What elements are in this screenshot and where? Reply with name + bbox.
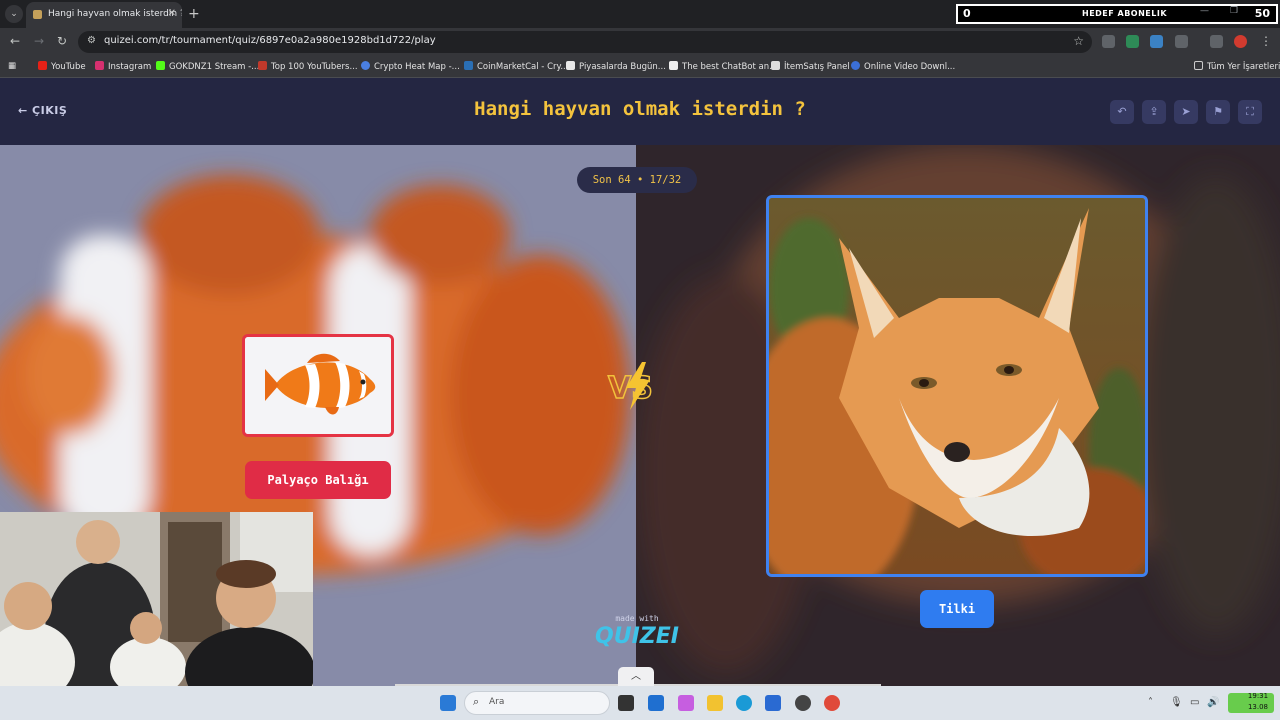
new-tab-button[interactable]: + [188,5,200,23]
quiz-header: ← ÇIKIŞ Hangi hayvan olmak isterdin ? ↶ … [0,78,1280,145]
bookmark-instagram[interactable]: Instagram [95,61,151,72]
fullscreen-icon[interactable]: ⛶ [1238,100,1262,124]
clock-time: 19:31 [1247,692,1269,700]
search-placeholder: Ara [489,697,505,707]
undo-icon[interactable]: ↶ [1110,100,1134,124]
windows-taskbar: ⌕ Ara ˄ 🎙 ▭ 🔊 19:31 13.08 [0,686,1280,720]
copilot-icon[interactable] [678,695,694,711]
reading-list-icon[interactable] [1210,35,1223,48]
file-explorer-icon[interactable] [707,695,723,711]
store-icon[interactable] [765,695,781,711]
obs-icon[interactable] [795,695,811,711]
bookmarks-bar: ▦ YouTube Instagram GOKDNZ1 Stream -... … [0,56,1280,78]
address-bar-row: ← → ↻ ⚙ quizei.com/tr/tournament/quiz/68… [0,28,1280,56]
browser-tab[interactable]: Hangi hayvan olmak isterdin ? ... ✕ [26,2,182,28]
search-icon: ⌕ [473,695,480,708]
download-icon [851,61,860,70]
minimize-icon[interactable]: — [1200,6,1209,16]
omnibox[interactable]: ⚙ quizei.com/tr/tournament/quiz/6897e0a2… [78,31,1092,53]
edge-icon[interactable] [736,695,752,711]
tab-search-button[interactable]: ⌄ [5,5,23,23]
extension-shield-icon[interactable] [1102,35,1115,48]
quiz-page: ← ÇIKIŞ Hangi hayvan olmak isterdin ? ↶ … [0,78,1280,686]
task-view-icon[interactable] [618,695,634,711]
tab-title: Hangi hayvan olmak isterdin ? ... [48,9,182,19]
outlook-icon[interactable] [648,695,664,711]
bookmark-video-downloader[interactable]: Online Video Downl... [851,61,955,72]
extension-blue-icon[interactable] [1150,35,1163,48]
instagram-icon [95,61,104,70]
clock-date: 13.08 [1247,703,1269,711]
left-choice-button[interactable]: Palyaço Balığı [245,461,391,499]
quizei-logo[interactable]: QUIZEI [592,624,682,649]
bookmark-coinmarketcal[interactable]: CoinMarketCal - Cry... [464,61,568,72]
left-choice-card[interactable] [242,334,394,437]
right-choice-card[interactable] [766,195,1148,577]
reload-icon[interactable]: ↻ [57,34,67,48]
share-icon[interactable]: ⇪ [1142,100,1166,124]
vs-lightning-icon: VS [607,362,654,410]
site-info-icon[interactable]: ⚙ [87,35,96,46]
back-icon[interactable]: ← [10,34,20,48]
browser-menu-icon[interactable]: ⋮ [1260,34,1272,48]
profile-avatar[interactable] [1234,35,1247,48]
chevron-up-icon[interactable]: ︿ [618,667,654,686]
webcam-feed-image [0,512,313,686]
bookmark-kick-stream[interactable]: GOKDNZ1 Stream -... [156,61,259,72]
news-icon [566,61,575,70]
bookmark-itemsatis[interactable]: İtemSatış Panel [771,61,850,72]
panel-icon [771,61,780,70]
send-icon[interactable]: ➤ [1174,100,1198,124]
tab-close-icon[interactable]: ✕ [168,2,176,26]
chatbot-icon [669,61,678,70]
forward-icon[interactable]: → [34,34,44,48]
bookmark-piyasalar[interactable]: Piyasalarda Bugün... [566,61,666,72]
webcam-overlay [0,512,313,686]
goal-current: 0 [963,7,971,20]
browser-tab-strip: ⌄ Hangi hayvan olmak isterdin ? ... ✕ + … [0,0,1280,28]
chrome-icon[interactable] [824,695,840,711]
bookmark-top100[interactable]: Top 100 YouTubers... [258,61,358,72]
volume-icon[interactable]: 🔊 [1207,697,1219,708]
round-indicator: Son 64 • 17/32 [577,167,697,193]
vs-text: VS [608,371,653,406]
bookmark-chatbot[interactable]: The best ChatBot an... [669,61,777,72]
microphone-icon[interactable]: 🎙 [1170,697,1183,708]
fox-image [769,198,1145,574]
quiz-title: Hangi hayvan olmak isterdin ? [474,98,806,120]
bookmark-youtube[interactable]: YouTube [38,61,86,72]
chart-icon [258,61,267,70]
goal-target: 50 [1254,7,1270,20]
extensions-puzzle-icon[interactable] [1175,35,1188,48]
all-bookmarks-folder[interactable]: Tüm Yer İşaretleri [1194,61,1280,72]
bookmark-crypto-heatmap[interactable]: Crypto Heat Map -... [361,61,460,72]
system-clock[interactable]: 19:31 13.08 [1240,691,1276,713]
tray-chevron-icon[interactable]: ˄ [1148,697,1153,708]
extension-green-icon[interactable] [1126,35,1139,48]
calendar-icon [464,61,473,70]
right-choice-button[interactable]: Tilki [920,590,994,628]
network-icon[interactable]: ▭ [1190,697,1199,708]
windows-start-icon[interactable] [440,695,456,711]
tab-favicon-icon [33,10,42,19]
folder-icon [1194,61,1203,70]
youtube-icon [38,61,47,70]
flag-icon[interactable]: ⚑ [1206,100,1230,124]
taskbar-search[interactable]: ⌕ Ara [464,691,610,715]
crypto-icon [361,61,370,70]
clownfish-image [245,337,391,434]
restore-icon[interactable]: ❐ [1230,6,1238,16]
goal-label: HEDEF ABONELIK [1082,9,1168,18]
made-with-label: made with [615,614,659,623]
apps-grid-icon[interactable]: ▦ [8,61,16,71]
kick-icon [156,61,165,70]
bookmark-star-icon[interactable]: ☆ [1073,34,1084,48]
url-text[interactable]: quizei.com/tr/tournament/quiz/6897e0a2a9… [104,35,436,46]
